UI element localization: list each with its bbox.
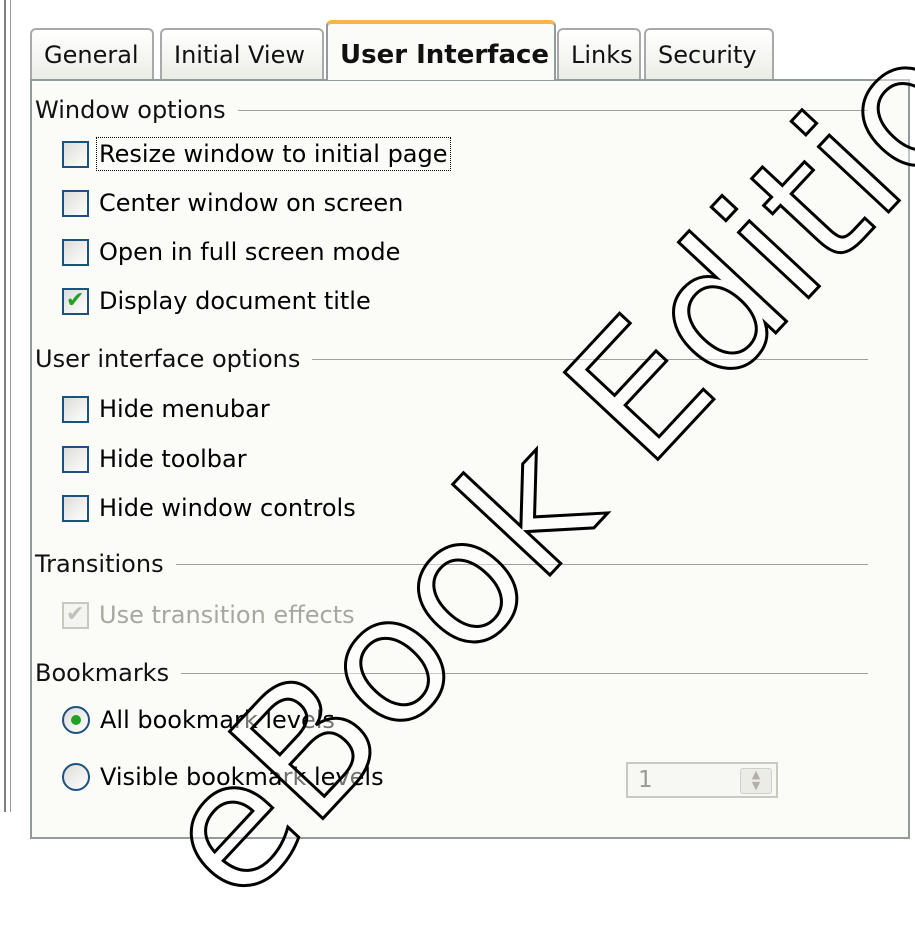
tab-links[interactable]: Links bbox=[557, 28, 641, 80]
visible-bookmarks-radio[interactable] bbox=[62, 763, 90, 791]
transition-effects-checkbox: ✔ bbox=[62, 601, 89, 629]
window-options-heading: Window options bbox=[35, 92, 238, 128]
transitions-group: Transitions bbox=[35, 546, 868, 582]
bookmark-levels-value: 1 bbox=[638, 767, 653, 793]
ui-options-group: User interface options bbox=[35, 341, 868, 377]
display-title-checkbox[interactable]: ✔ bbox=[62, 287, 89, 315]
full-screen-option[interactable]: Open in full screen mode bbox=[62, 232, 400, 272]
bookmarks-heading: Bookmarks bbox=[35, 655, 182, 691]
full-screen-checkbox[interactable] bbox=[62, 238, 89, 266]
transition-effects-label: Use transition effects bbox=[99, 601, 355, 629]
hide-toolbar-label[interactable]: Hide toolbar bbox=[99, 445, 247, 473]
spin-arrows-icon: ▲ ▼ bbox=[740, 768, 772, 794]
bookmarks-group: Bookmarks bbox=[35, 655, 868, 691]
all-bookmarks-label[interactable]: All bookmark levels bbox=[100, 706, 335, 734]
tab-initial-view[interactable]: Initial View bbox=[160, 28, 324, 80]
checkmark-icon: ✔ bbox=[66, 287, 85, 313]
resize-window-option[interactable]: Resize window to initial page bbox=[62, 134, 451, 174]
hide-menubar-option[interactable]: Hide menubar bbox=[62, 389, 270, 429]
transition-effects-option: ✔ Use transition effects bbox=[62, 595, 355, 635]
window-edge-inner bbox=[10, 0, 11, 812]
window-edge bbox=[4, 0, 6, 812]
visible-bookmarks-option[interactable]: Visible bookmark levels bbox=[62, 757, 384, 797]
checkmark-icon: ✔ bbox=[66, 601, 85, 627]
window-options-group: Window options bbox=[35, 92, 868, 128]
all-bookmarks-radio[interactable] bbox=[62, 706, 90, 734]
hide-window-controls-option[interactable]: Hide window controls bbox=[62, 488, 356, 528]
hide-toolbar-option[interactable]: Hide toolbar bbox=[62, 439, 247, 479]
hide-menubar-checkbox[interactable] bbox=[62, 395, 89, 423]
tab-general[interactable]: General bbox=[30, 28, 154, 80]
visible-bookmarks-label[interactable]: Visible bookmark levels bbox=[100, 763, 384, 791]
bookmark-levels-spinner: 1 ▲ ▼ bbox=[626, 762, 778, 798]
hide-window-controls-label[interactable]: Hide window controls bbox=[99, 494, 356, 522]
center-window-option[interactable]: Center window on screen bbox=[62, 183, 403, 223]
display-title-label[interactable]: Display document title bbox=[99, 287, 371, 315]
tab-user-interface[interactable]: User Interface bbox=[326, 20, 556, 80]
display-title-option[interactable]: ✔ Display document title bbox=[62, 281, 371, 321]
tab-bar: General Initial View User Interface Link… bbox=[30, 18, 915, 80]
tab-security[interactable]: Security bbox=[644, 28, 774, 80]
center-window-checkbox[interactable] bbox=[62, 189, 89, 217]
all-bookmarks-option[interactable]: All bookmark levels bbox=[62, 700, 335, 740]
full-screen-label[interactable]: Open in full screen mode bbox=[99, 238, 400, 266]
resize-window-checkbox[interactable] bbox=[62, 140, 89, 168]
resize-window-label[interactable]: Resize window to initial page bbox=[96, 137, 451, 171]
hide-toolbar-checkbox[interactable] bbox=[62, 445, 89, 473]
transitions-heading: Transitions bbox=[35, 546, 176, 582]
hide-window-controls-checkbox[interactable] bbox=[62, 494, 89, 522]
center-window-label[interactable]: Center window on screen bbox=[99, 189, 403, 217]
ui-options-heading: User interface options bbox=[35, 341, 313, 377]
hide-menubar-label[interactable]: Hide menubar bbox=[99, 395, 270, 423]
radio-dot-icon bbox=[71, 715, 81, 725]
